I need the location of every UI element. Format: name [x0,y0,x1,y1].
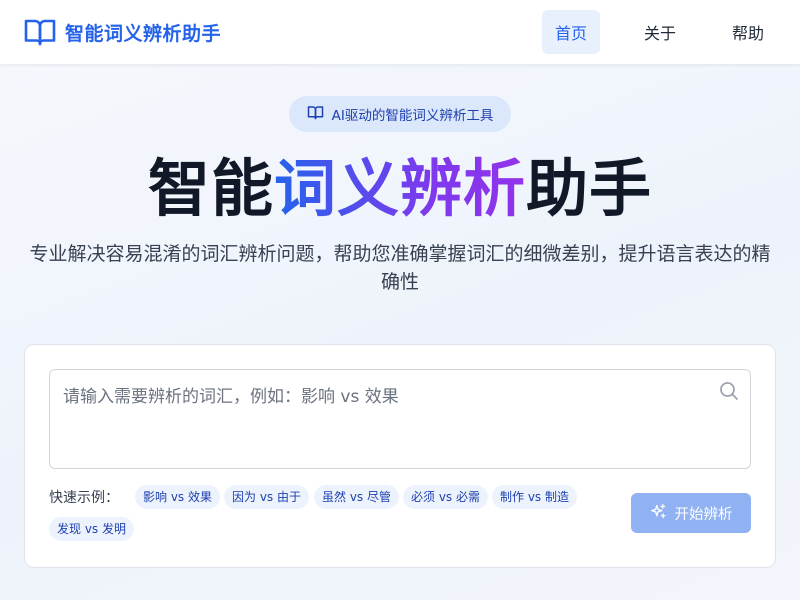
search-input-box [49,369,751,469]
start-analysis-label: 开始辨析 [674,506,733,523]
brand-name: 智能词义辨析助手 [65,22,222,45]
example-chip[interactable]: 制作 vs 制造 [492,485,577,509]
sparkles-icon [650,503,667,524]
example-chip[interactable]: 因为 vs 由于 [224,485,309,509]
start-analysis-button[interactable]: 开始辨析 [631,493,751,533]
example-chip[interactable]: 发现 vs 发明 [49,517,134,541]
nav-item-help[interactable]: 帮助 [720,11,776,53]
hero-title-suffix: 助手 [526,152,653,225]
top-navbar: 智能词义辨析助手 首页 关于 帮助 [0,0,800,64]
hero-title-prefix: 智能 [147,152,274,225]
example-chip[interactable]: 虽然 vs 尽管 [314,485,399,509]
book-open-icon [307,105,324,124]
nav-item-about[interactable]: 关于 [632,11,688,53]
analysis-card: 快速示例： 影响 vs 效果 因为 vs 由于 虽然 vs 尽管 必须 vs 必… [24,344,776,568]
quick-examples-label: 快速示例： [49,490,119,506]
example-chip[interactable]: 影响 vs 效果 [135,485,220,509]
hero-badge: AI驱动的智能词义辨析工具 [289,96,511,132]
brand[interactable]: 智能词义辨析助手 [24,17,221,47]
nav-menu: 首页 关于 帮助 [541,10,776,54]
hero-title-highlight: 词义辨析 [273,152,526,225]
hero-title: 智能词义辨析助手 [0,148,800,230]
hero-badge-label: AI驱动的智能词义辨析工具 [331,108,494,124]
search-icon[interactable] [719,381,739,405]
example-chip[interactable]: 必须 vs 必需 [403,485,488,509]
hero-subtitle: 专业解决容易混淆的词汇辨析问题，帮助您准确掌握词汇的细微差别，提升语言表达的精确… [29,243,771,293]
search-input[interactable] [50,370,750,468]
nav-item-home[interactable]: 首页 [541,10,600,54]
book-open-icon [24,17,56,47]
